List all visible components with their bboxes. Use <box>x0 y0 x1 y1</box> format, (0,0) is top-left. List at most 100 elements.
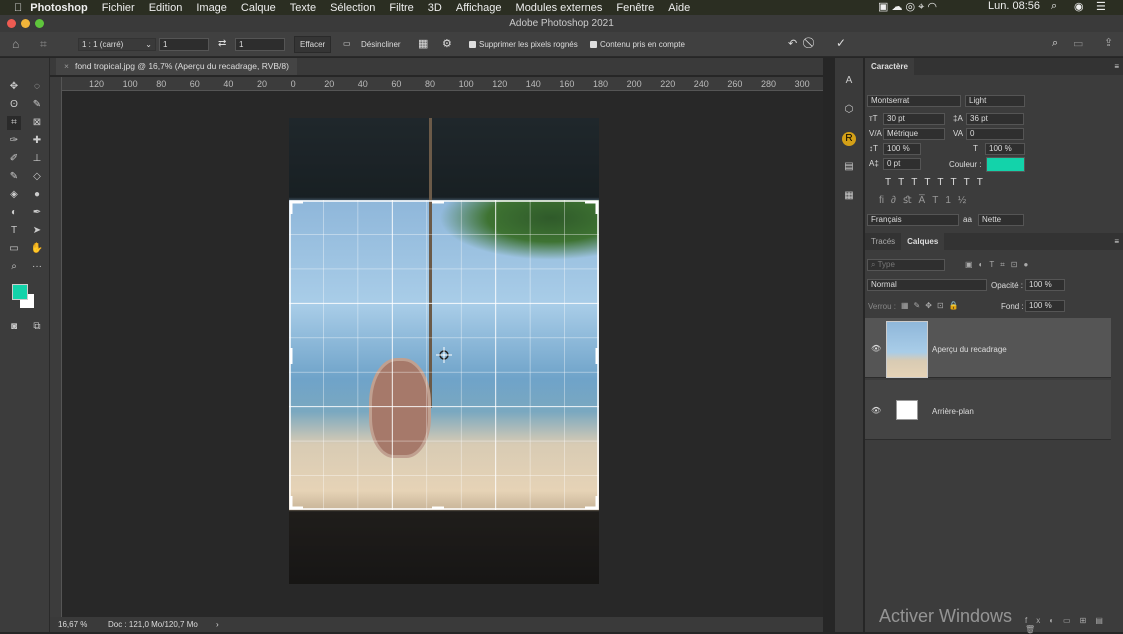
kerning-field[interactable]: Métrique <box>883 128 945 140</box>
spotlight-icon[interactable]: ⌕ <box>1051 0 1057 13</box>
foreground-color-swatch[interactable] <box>12 284 28 300</box>
delete-cropped-checkbox[interactable]: Supprimer les pixels rognés <box>469 40 578 49</box>
layer-row[interactable]: 👁 Arrière-plan <box>865 380 1111 440</box>
layer-name[interactable]: Aperçu du recadrage <box>932 345 1007 354</box>
rectangle-icon[interactable]: ▭ <box>7 242 21 256</box>
blend-mode-select[interactable]: Normal <box>867 279 987 291</box>
layer-filter-icons[interactable]: ▣◐T⌗⊡● <box>965 260 1034 270</box>
font-size-field[interactable]: 30 pt <box>883 113 945 125</box>
crop-corner-handle[interactable] <box>585 200 599 214</box>
menu-fichier[interactable]: Fichier <box>102 2 135 14</box>
document-image[interactable] <box>289 118 599 584</box>
eye-icon[interactable]: 👁 <box>871 406 881 415</box>
height-input[interactable]: 1 <box>235 38 285 51</box>
antialias-select[interactable]: Nette <box>978 214 1024 226</box>
language-select[interactable]: Français <box>867 214 959 226</box>
minimize-button[interactable] <box>21 19 30 28</box>
bucket-icon[interactable]: ◈ <box>7 188 21 202</box>
brush-icon[interactable]: ✐ <box>7 152 21 166</box>
gradient-icon[interactable]: ▤ <box>842 160 856 174</box>
menu-edition[interactable]: Edition <box>149 2 183 14</box>
siri-icon[interactable]: ◉ <box>1074 0 1084 13</box>
straighten-icon[interactable]: ▭ <box>343 39 351 48</box>
tab-calques[interactable]: Calques <box>901 233 945 250</box>
crop-corner-handle[interactable] <box>289 200 303 214</box>
lock-icons[interactable]: ▦✎✥⊡🔒 <box>901 301 964 310</box>
eyedropper-icon[interactable]: ✑ <box>7 134 21 148</box>
pen-icon[interactable]: ✒ <box>30 206 44 220</box>
close-tab-icon[interactable]: × <box>64 61 69 71</box>
menu-image[interactable]: Image <box>196 2 227 14</box>
document-tab[interactable]: × fond tropical.jpg @ 16,7% (Aperçu du re… <box>56 58 297 75</box>
panel-menu-icon[interactable]: ≡ <box>1114 233 1119 250</box>
frame-tool-icon[interactable]: ⊠ <box>30 116 44 130</box>
layer-row[interactable]: 👁 Aperçu du recadrage <box>865 318 1111 378</box>
share-icon[interactable]: ⇪ <box>1104 36 1113 49</box>
path-select-icon[interactable]: ➤ <box>30 224 44 238</box>
workspace-icon[interactable]: ▭ <box>1073 37 1083 50</box>
leading-field[interactable]: 36 pt <box>966 113 1024 125</box>
crop-corner-handle[interactable] <box>585 496 599 510</box>
menu-aide[interactable]: Aide <box>668 2 690 14</box>
crop-tool-icon[interactable]: ⌗ <box>40 37 47 52</box>
text-color-swatch[interactable] <box>986 157 1025 172</box>
ratio-select[interactable]: 1 : 1 (carré) ⌄ <box>78 38 156 51</box>
content-aware-checkbox[interactable]: Contenu pris en compte <box>590 40 685 49</box>
menu-selection[interactable]: Sélection <box>330 2 375 14</box>
menu-3d[interactable]: 3D <box>428 2 442 14</box>
blur-icon[interactable]: ● <box>30 188 44 202</box>
type-style-buttons[interactable]: TTTTTTTT <box>885 177 990 188</box>
grid-overlay-icon[interactable]: ▦ <box>418 37 428 50</box>
crop-tool-icon[interactable]: ⌗ <box>7 116 21 130</box>
close-button[interactable] <box>7 19 16 28</box>
menu-fenetre[interactable]: Fenêtre <box>616 2 654 14</box>
zoom-level[interactable]: 16,67 % <box>58 617 87 632</box>
swatches-icon[interactable]: ▦ <box>842 189 856 203</box>
history-brush-icon[interactable]: ✎ <box>7 170 21 184</box>
marquee-tool-icon[interactable]: ◌ <box>30 80 44 94</box>
panel-menu-icon[interactable]: ≡ <box>1114 58 1119 75</box>
font-family-select[interactable]: Montserrat <box>867 95 961 107</box>
baseline-field[interactable]: 0 pt <box>883 158 921 170</box>
swap-icon[interactable]: ⇄ <box>218 38 226 49</box>
control-center-icon[interactable]: ☰ <box>1096 0 1106 13</box>
menu-photoshop[interactable]: Photoshop <box>30 2 87 14</box>
fill-field[interactable]: 100 % <box>1025 300 1065 312</box>
tracking-field[interactable]: 0 <box>966 128 1024 140</box>
width-input[interactable]: 1 <box>159 38 209 51</box>
tab-traces[interactable]: Tracés <box>865 237 901 246</box>
move-tool-icon[interactable]: ✥ <box>7 80 21 94</box>
eraser-icon[interactable]: ◇ <box>30 170 44 184</box>
reset-icon[interactable]: ↶ <box>788 37 797 50</box>
screen-mode-icon[interactable]: ⧉ <box>30 320 44 334</box>
hand-icon[interactable]: ✋ <box>30 242 44 256</box>
layer-name[interactable]: Arrière-plan <box>932 407 974 416</box>
apple-icon[interactable]:  <box>14 2 22 14</box>
layer-filter-input[interactable]: ⌕ Type <box>867 259 945 271</box>
status-icons[interactable]: ▣ ☁ ◎ ⌖ ◠ <box>878 0 937 14</box>
menu-texte[interactable]: Texte <box>290 2 316 14</box>
quick-select-icon[interactable]: ✎ <box>30 98 44 112</box>
opentype-buttons[interactable]: ﬁ∂ﬆA̅T1½ <box>879 195 973 206</box>
vertical-scale-field[interactable]: 100 % <box>883 143 921 155</box>
font-style-select[interactable]: Light <box>965 95 1025 107</box>
layer-footer-icons[interactable]: fx◐▭⊞▤🗑 <box>1025 616 1123 634</box>
eye-icon[interactable]: 👁 <box>871 344 881 353</box>
quick-mask-icon[interactable]: ◙ <box>7 320 21 334</box>
crop-grid[interactable] <box>289 200 599 510</box>
search-icon[interactable]: ⌕ <box>1052 37 1058 50</box>
menu-modules[interactable]: Modules externes <box>516 2 603 14</box>
status-chevron-icon[interactable]: › <box>216 617 219 632</box>
menu-affichage[interactable]: Affichage <box>456 2 502 14</box>
zoom-button[interactable] <box>35 19 44 28</box>
character-title[interactable]: Caractère <box>865 58 914 75</box>
home-icon[interactable]: ⌂ <box>12 37 19 51</box>
3d-icon[interactable]: ⬡ <box>842 103 856 117</box>
character-panel-icon[interactable]: A <box>842 74 856 88</box>
type-tool-icon[interactable]: T <box>7 224 21 238</box>
stamp-icon[interactable]: ⊥ <box>30 152 44 166</box>
gear-icon[interactable]: ⚙ <box>442 37 452 50</box>
menu-calque[interactable]: Calque <box>241 2 276 14</box>
healing-brush-icon[interactable]: ✚ <box>30 134 44 148</box>
plugin-icon[interactable]: R <box>842 132 856 146</box>
